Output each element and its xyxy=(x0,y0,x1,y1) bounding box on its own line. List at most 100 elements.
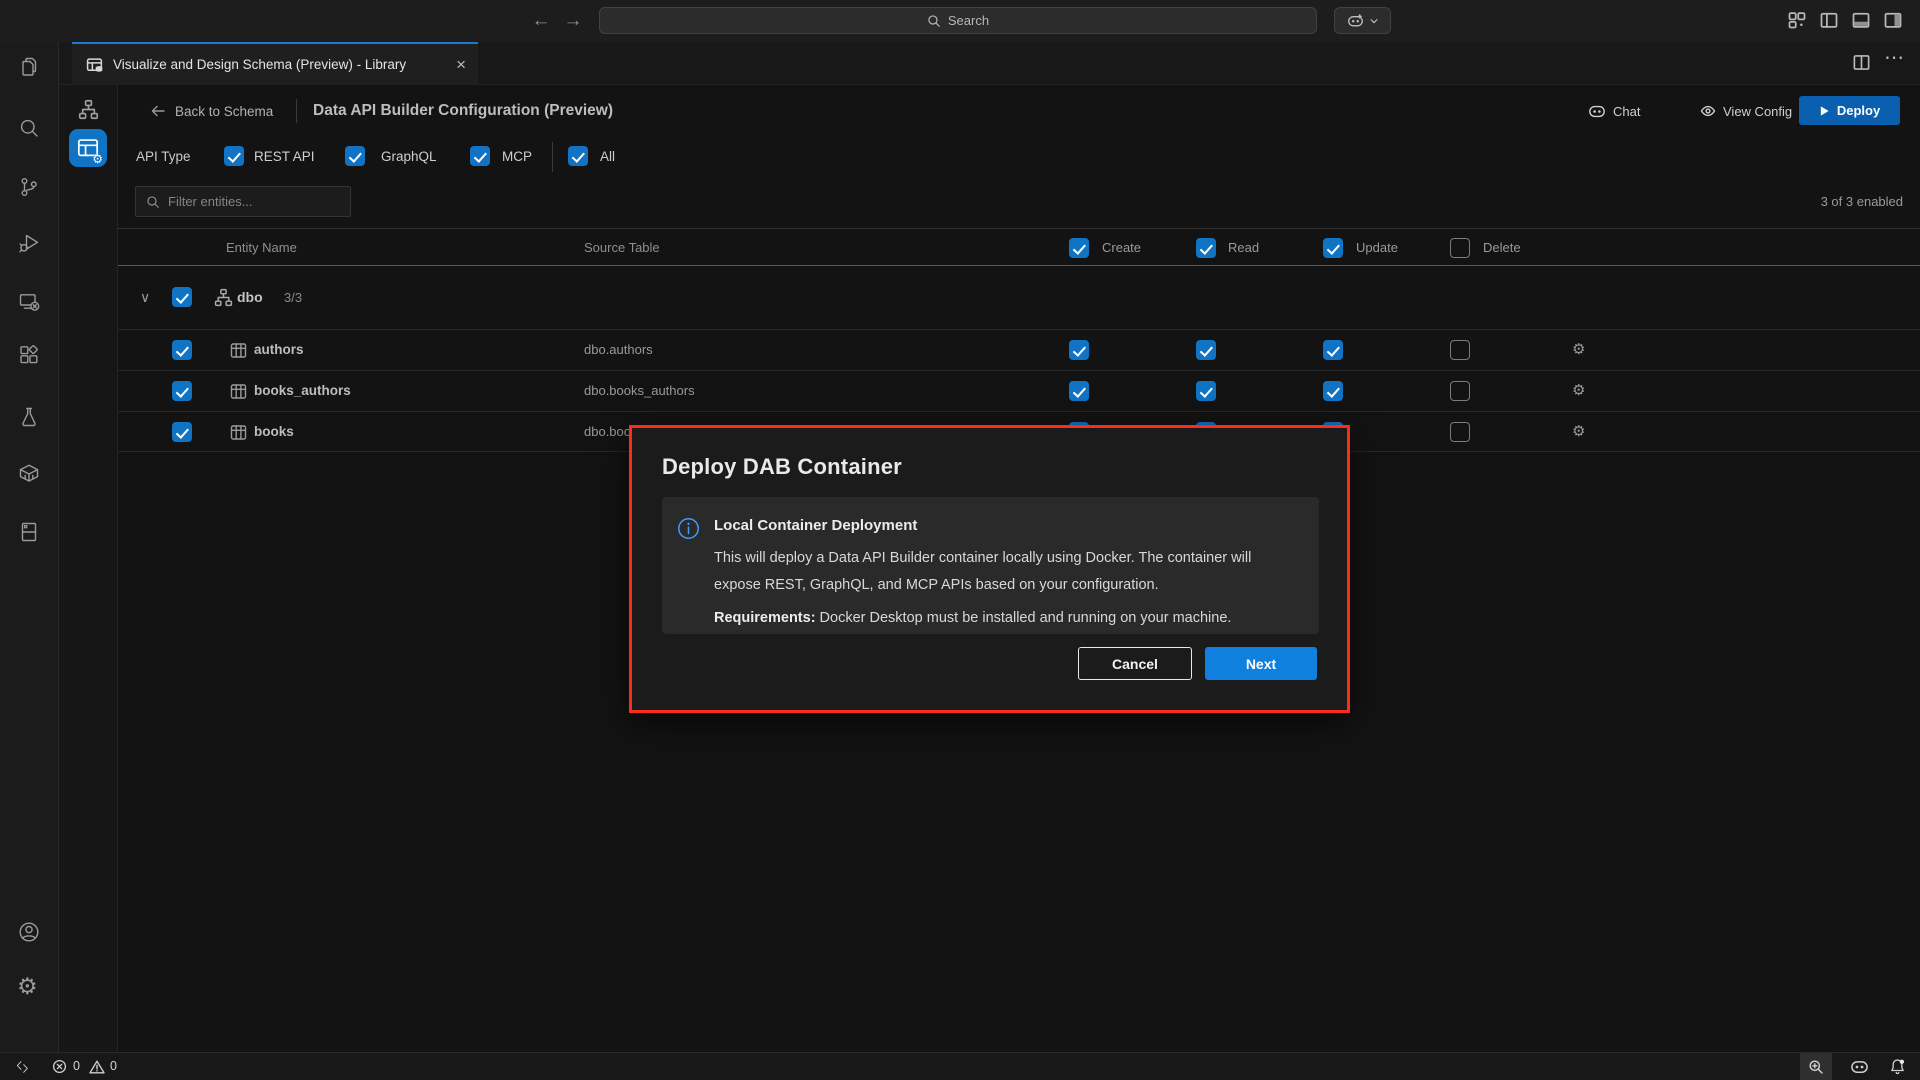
info-heading: Local Container Deployment xyxy=(714,517,1301,534)
view-config-label: View Config xyxy=(1723,104,1792,119)
entity-name-column-header: Entity Name xyxy=(226,229,297,266)
copilot-status-icon[interactable] xyxy=(1850,1057,1869,1076)
cancel-button[interactable]: Cancel xyxy=(1078,647,1192,680)
filter-search-icon xyxy=(146,195,160,209)
checkbox-read[interactable] xyxy=(1196,381,1216,401)
checkbox-all-read[interactable] xyxy=(1196,238,1216,258)
group-count: 3/3 xyxy=(284,266,302,329)
settings-gear-icon[interactable]: ⚙ xyxy=(17,974,38,998)
zoom-in-icon xyxy=(1808,1059,1824,1075)
toggle-secondary-sidebar-icon[interactable] xyxy=(1883,10,1905,32)
info-panel: Local Container Deployment This will dep… xyxy=(662,497,1319,634)
deploy-dab-container-dialog: Deploy DAB Container Local Container Dep… xyxy=(629,425,1350,713)
entity-name: books xyxy=(254,412,294,452)
back-to-schema-label: Back to Schema xyxy=(175,104,273,119)
checkbox-all-update[interactable] xyxy=(1323,238,1343,258)
errors-icon[interactable] xyxy=(52,1059,67,1074)
search-placeholder-text: Search xyxy=(948,13,989,28)
checkbox-mcp[interactable] xyxy=(470,146,490,166)
command-center-search[interactable]: Search xyxy=(599,7,1317,34)
checkbox-delete[interactable] xyxy=(1450,422,1470,442)
checkbox-create[interactable] xyxy=(1069,381,1089,401)
view-config-button[interactable]: View Config xyxy=(1700,98,1792,124)
checkbox-update[interactable] xyxy=(1323,381,1343,401)
status-bar: 0 0 xyxy=(0,1052,1920,1080)
entity-source: dbo.authors xyxy=(584,330,653,370)
explorer-icon[interactable] xyxy=(17,55,41,79)
page-title: Data API Builder Configuration (Preview) xyxy=(313,98,613,124)
copilot-menu-button[interactable] xyxy=(1334,7,1391,34)
checkbox-create[interactable] xyxy=(1069,340,1089,360)
mcp-label[interactable]: MCP xyxy=(502,149,532,164)
checkbox-group-dbo[interactable] xyxy=(172,287,192,307)
tab-close-icon[interactable]: × xyxy=(456,56,466,73)
entity-name: books_authors xyxy=(254,371,351,411)
checkbox-all-create[interactable] xyxy=(1069,238,1089,258)
checkbox-row-enabled[interactable] xyxy=(172,381,192,401)
database-projects-icon[interactable] xyxy=(17,520,41,544)
search-view-icon[interactable] xyxy=(17,116,41,140)
group-name: dbo xyxy=(237,266,263,329)
deploy-button[interactable]: Deploy xyxy=(1799,96,1900,125)
checkbox-read[interactable] xyxy=(1196,340,1216,360)
graphql-label[interactable]: GraphQL xyxy=(381,149,437,164)
info-body: This will deploy a Data API Builder cont… xyxy=(714,545,1301,599)
checkbox-delete[interactable] xyxy=(1450,381,1470,401)
checkbox-row-enabled[interactable] xyxy=(172,422,192,442)
toggle-primary-sidebar-icon[interactable] xyxy=(1819,10,1841,32)
entity-source: dbo.books_authors xyxy=(584,371,695,411)
remote-explorer-icon[interactable] xyxy=(17,290,41,314)
chat-button[interactable]: Chat xyxy=(1588,98,1640,124)
table-row-books-authors: books_authors dbo.books_authors ⚙ xyxy=(118,370,1920,411)
delete-column-header: Delete xyxy=(1483,229,1521,266)
account-icon[interactable] xyxy=(17,920,41,944)
remote-indicator-icon[interactable] xyxy=(15,1059,31,1075)
editor-more-actions-icon[interactable]: ⋯ xyxy=(1884,45,1904,70)
checkbox-all[interactable] xyxy=(568,146,588,166)
testing-beaker-icon[interactable] xyxy=(17,405,41,429)
all-label[interactable]: All xyxy=(600,149,615,164)
notifications-bell-icon[interactable] xyxy=(1888,1057,1907,1076)
history-forward-button[interactable]: → xyxy=(560,8,586,34)
tab-visualize-design-schema[interactable]: Visualize and Design Schema (Preview) - … xyxy=(72,42,478,85)
history-back-button[interactable]: ← xyxy=(528,8,554,34)
checkbox-rest-api[interactable] xyxy=(224,146,244,166)
schema-icon xyxy=(214,288,233,307)
warnings-icon[interactable] xyxy=(89,1059,105,1075)
next-button[interactable]: Next xyxy=(1205,647,1317,680)
split-editor-icon[interactable] xyxy=(1852,53,1872,73)
create-column-header: Create xyxy=(1102,229,1141,266)
requirements-label: Requirements: xyxy=(714,610,816,626)
checkbox-delete[interactable] xyxy=(1450,340,1470,360)
checkbox-all-delete[interactable] xyxy=(1450,238,1470,258)
rest-api-label[interactable]: REST API xyxy=(254,149,315,164)
warnings-count[interactable]: 0 xyxy=(110,1053,117,1080)
schema-view-icon[interactable] xyxy=(78,99,99,120)
extensions-icon[interactable] xyxy=(17,343,41,367)
back-to-schema-button[interactable]: Back to Schema xyxy=(150,98,273,124)
info-requirements: Requirements: Docker Desktop must be ins… xyxy=(714,605,1301,632)
mini-gear-icon: ⚙ xyxy=(92,153,103,165)
zoom-status-button[interactable] xyxy=(1800,1053,1832,1080)
errors-count[interactable]: 0 xyxy=(73,1053,80,1080)
enabled-summary: 3 of 3 enabled xyxy=(1821,194,1903,209)
checkbox-update[interactable] xyxy=(1323,340,1343,360)
row-settings-gear-icon[interactable]: ⚙ xyxy=(1572,371,1585,411)
run-debug-icon[interactable] xyxy=(17,231,41,255)
checkbox-graphql[interactable] xyxy=(345,146,365,166)
filter-entities-input[interactable] xyxy=(168,194,350,209)
api-type-divider xyxy=(552,142,553,172)
container-tools-icon[interactable] xyxy=(17,461,41,485)
dab-configuration-page: Back to Schema Data API Builder Configur… xyxy=(118,85,1920,1052)
customize-layout-icon[interactable] xyxy=(1787,10,1809,32)
dab-config-view-tile[interactable]: ⚙ xyxy=(69,129,107,167)
update-column-header: Update xyxy=(1356,229,1398,266)
source-control-icon[interactable] xyxy=(17,175,41,199)
schema-designer-tab-icon xyxy=(86,56,104,74)
checkbox-row-enabled[interactable] xyxy=(172,340,192,360)
toggle-panel-icon[interactable] xyxy=(1851,10,1873,32)
read-column-header: Read xyxy=(1228,229,1259,266)
collapse-chevron-icon[interactable]: ∨ xyxy=(140,266,150,329)
row-settings-gear-icon[interactable]: ⚙ xyxy=(1572,330,1585,370)
row-settings-gear-icon[interactable]: ⚙ xyxy=(1572,412,1585,452)
